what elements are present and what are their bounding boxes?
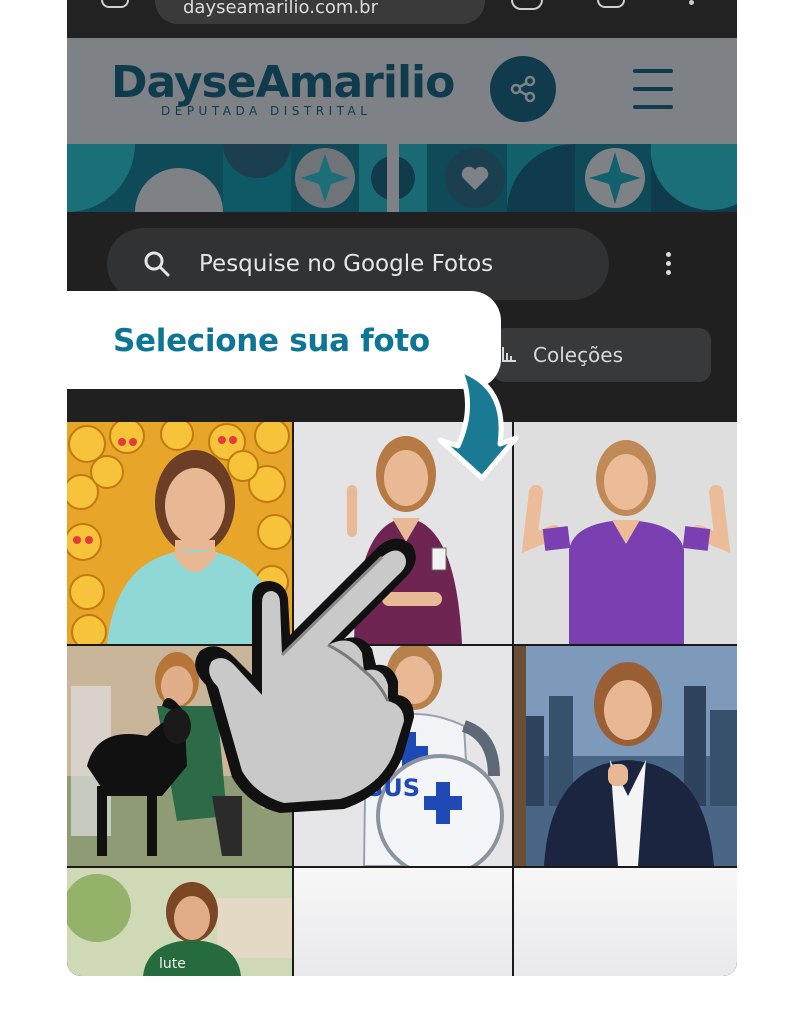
share-button[interactable] (490, 56, 556, 122)
url-bar[interactable]: dayseamarilio.com.br (155, 0, 485, 24)
site-header: DayseAmarilio DEPUTADA DISTRITAL (67, 38, 737, 144)
share-icon (510, 75, 536, 103)
collections-icon (502, 347, 516, 362)
photo-thumbnail-placeholder[interactable] (514, 868, 737, 976)
more-icon[interactable] (689, 0, 694, 5)
collections-label: Coleções (533, 343, 624, 367)
logo-name: DayseAmarilio (111, 57, 455, 108)
collections-chip[interactable]: Coleções (493, 328, 711, 382)
search-placeholder: Pesquise no Google Fotos (199, 251, 494, 277)
svg-text:lute: lute (159, 956, 186, 972)
hamburger-menu-icon[interactable] (633, 60, 677, 120)
tab-switcher-icon[interactable] (597, 0, 625, 8)
search-input[interactable]: Pesquise no Google Fotos (107, 228, 609, 300)
photo-thumbnail-placeholder[interactable] (294, 868, 512, 976)
photo-thumbnail[interactable]: lute (67, 868, 292, 976)
photo-thumbnail[interactable] (514, 422, 737, 644)
site-logo[interactable]: DayseAmarilio DEPUTADA DISTRITAL (111, 57, 455, 119)
account-icon[interactable] (511, 0, 543, 10)
tabs-icon[interactable] (101, 0, 129, 8)
pointing-hand-icon (195, 538, 416, 813)
phone-screen: dayseamarilio.com.br DayseAmarilio DEPUT… (67, 0, 737, 976)
more-options-icon[interactable] (663, 252, 673, 280)
search-icon (144, 251, 170, 277)
decorative-pattern-banner (67, 144, 737, 212)
callout-text: Selecione sua foto (113, 323, 430, 359)
curved-arrow-icon (437, 367, 519, 481)
browser-toolbar: dayseamarilio.com.br (67, 0, 737, 38)
photo-thumbnail[interactable] (514, 646, 737, 866)
